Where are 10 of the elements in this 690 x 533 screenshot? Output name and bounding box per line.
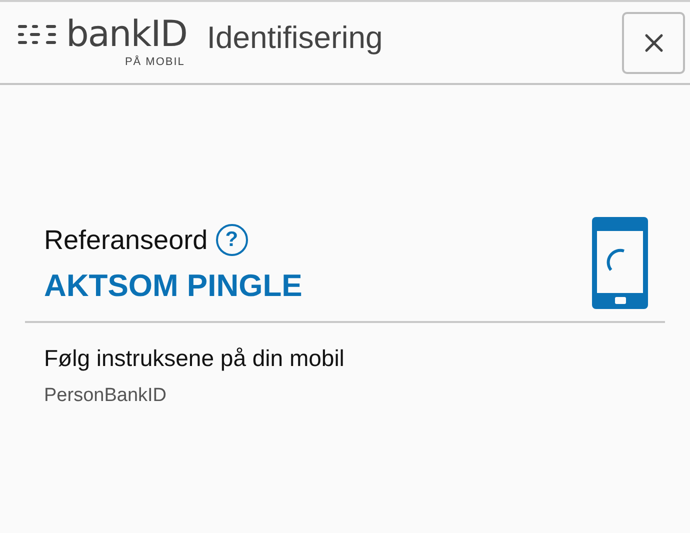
instruction-text: Følg instruksene på din mobil (44, 344, 346, 373)
help-button[interactable]: ? (216, 224, 248, 256)
logo-text: bankID (66, 16, 187, 52)
reference-words: AKTSOM PINGLE (44, 267, 302, 306)
logo-subtext: PÅ MOBIL (124, 54, 186, 68)
close-button[interactable] (622, 12, 685, 74)
reference-label: Referanseord (44, 224, 208, 257)
identity-type: PersonBankID (44, 384, 168, 408)
window-title: Identifisering (206, 19, 383, 58)
phone-icon (592, 217, 648, 309)
